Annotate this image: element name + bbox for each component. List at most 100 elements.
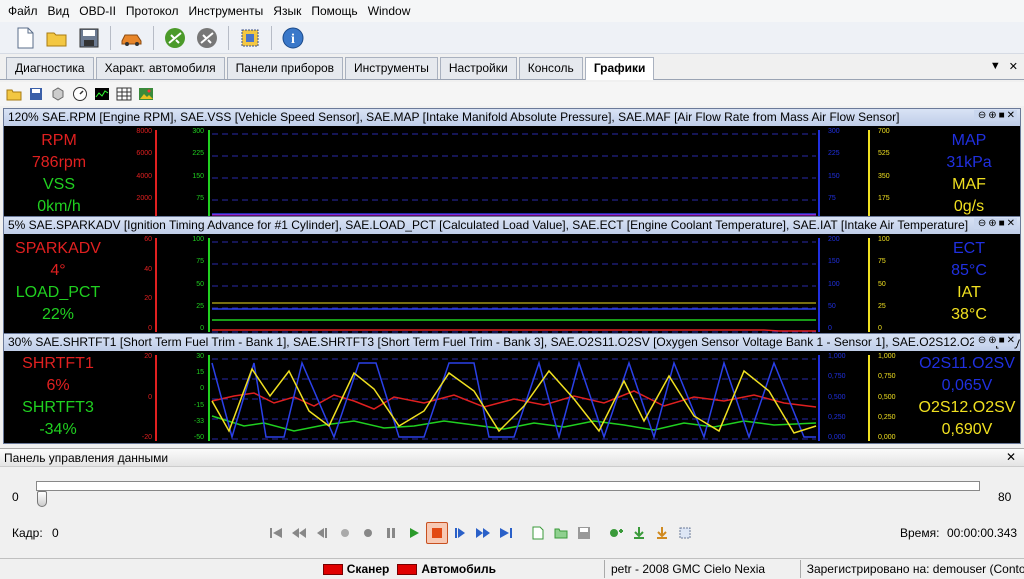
vehicle-status: petr - 2008 GMC Cielo Nexia: [611, 562, 766, 576]
rewind-icon[interactable]: [288, 522, 310, 544]
graph-body: RPM 786rpm VSS 0km/h MAP 31kPa MAF 0g/s …: [4, 126, 1020, 226]
skip-first-icon[interactable]: [265, 522, 287, 544]
time-label: Время:: [900, 526, 940, 540]
graph-panel-1: 120% SAE.RPM [Engine RPM], SAE.VSS [Vehi…: [3, 108, 1021, 227]
tab-vehicle-info[interactable]: Характ. автомобиля: [95, 57, 225, 79]
axis-2: 100 75 50 25 0: [192, 236, 204, 332]
frame-value: 0: [52, 526, 59, 540]
toolbar-separator: [271, 25, 272, 50]
step-back-icon[interactable]: [311, 522, 333, 544]
panel-title-text: 5% SAE.SPARKADV [Ignition Timing Advance…: [8, 218, 969, 232]
tab-dashboards[interactable]: Панели приборов: [226, 57, 344, 79]
close-icon[interactable]: ✕: [1009, 60, 1018, 73]
frame-label: Кадр:: [12, 526, 43, 540]
graph-body: SPARKADV 4° LOAD_PCT 22% ECT 85°C IAT 38…: [4, 234, 1020, 334]
gauge-icon[interactable]: [70, 84, 90, 104]
pause-icon[interactable]: [380, 522, 402, 544]
menu-language[interactable]: Язык: [269, 4, 307, 18]
tab-controls: ▼ ✕: [990, 60, 1018, 73]
axis-3: 300225150750: [828, 128, 840, 224]
graph-canvas-2: [155, 238, 870, 333]
panel-title: 30% SAE.SHRTFT1 [Short Term Fuel Trim - …: [4, 334, 1020, 351]
menu-obd[interactable]: OBD-II: [75, 4, 122, 18]
record-icon[interactable]: [357, 522, 379, 544]
close-icon[interactable]: ✕: [1006, 450, 1016, 464]
timeline-slider[interactable]: [36, 481, 980, 491]
menu-tools[interactable]: Инструменты: [184, 4, 269, 18]
graph-panel-3: 30% SAE.SHRTFT1 [Short Term Fuel Trim - …: [3, 333, 1021, 444]
table-icon[interactable]: [114, 84, 134, 104]
panel-controls[interactable]: ⊖⊕■✕: [973, 335, 1017, 346]
open-folder-icon[interactable]: [4, 84, 24, 104]
tab-settings[interactable]: Настройки: [439, 57, 517, 79]
connect-icon[interactable]: [160, 24, 190, 52]
tab-diagnostics[interactable]: Диагностика: [6, 57, 94, 79]
slider-max-label: 80: [998, 490, 1012, 504]
menu-bar: Файл Вид OBD-II Протокол Инструменты Язы…: [0, 0, 1024, 22]
data-panel-title: Панель управления данными: [4, 451, 169, 465]
graph-panel-2: 5% SAE.SPARKADV [Ignition Timing Advance…: [3, 216, 1021, 335]
axis-1: 60 40 20 0: [144, 236, 152, 332]
new-file-icon[interactable]: [10, 24, 40, 52]
image-icon[interactable]: [136, 84, 156, 104]
tab-console[interactable]: Консоль: [518, 57, 583, 79]
new-file-icon[interactable]: [527, 522, 549, 544]
panel-title-text: 30% SAE.SHRTFT1 [Short Term Fuel Trim - …: [8, 335, 1020, 349]
scanner-status: Сканер: [322, 562, 390, 576]
menu-help[interactable]: Помощь: [307, 4, 363, 18]
add-marker-icon[interactable]: [605, 522, 627, 544]
menu-view[interactable]: Вид: [44, 4, 76, 18]
fast-forward-icon[interactable]: [472, 522, 494, 544]
save-icon[interactable]: [74, 24, 104, 52]
info-icon[interactable]: i: [278, 24, 308, 52]
graph-canvas-1: [155, 130, 870, 224]
download-green-icon[interactable]: [628, 522, 650, 544]
axis-4: 100 75 50 25 0: [878, 236, 890, 332]
registration-status: Зарегистрировано на: demouser (Conto: [806, 562, 1024, 576]
cube-icon[interactable]: [48, 84, 68, 104]
panel-title: 120% SAE.RPM [Engine RPM], SAE.VSS [Vehi…: [4, 109, 1020, 126]
slider-thumb[interactable]: [37, 491, 47, 507]
panel-title: 5% SAE.SPARKADV [Ignition Timing Advance…: [4, 217, 1020, 234]
step-forward-icon[interactable]: [449, 522, 471, 544]
save-icon[interactable]: [573, 522, 595, 544]
slider-min-label: 0: [12, 490, 19, 504]
scanner-label: Сканер: [346, 562, 390, 576]
axis-2: 300225150750: [192, 128, 204, 224]
status-divider: [604, 560, 605, 578]
tab-graphs[interactable]: Графики: [584, 57, 655, 80]
open-folder-icon[interactable]: [42, 24, 72, 52]
menu-protocol[interactable]: Протокол: [122, 4, 185, 18]
download-orange-icon[interactable]: [651, 522, 673, 544]
axis-1: 20 0 -20: [141, 353, 152, 441]
stop-icon[interactable]: [426, 522, 448, 544]
graph-icon[interactable]: [92, 84, 112, 104]
menu-window[interactable]: Window: [364, 4, 417, 18]
skip-last-icon[interactable]: [495, 522, 517, 544]
settings-frame-icon[interactable]: [235, 24, 265, 52]
play-icon[interactable]: [403, 522, 425, 544]
panel-controls[interactable]: ⊖⊕■✕: [973, 218, 1017, 229]
panel-title-text: 120% SAE.RPM [Engine RPM], SAE.VSS [Vehi…: [8, 110, 900, 124]
save-icon[interactable]: [26, 84, 46, 104]
stop-circle-icon[interactable]: [334, 522, 356, 544]
toolbar-separator: [228, 25, 229, 50]
tab-tools[interactable]: Инструменты: [345, 57, 438, 79]
status-divider: [799, 560, 801, 578]
pin-dropdown-icon[interactable]: ▼: [990, 60, 1001, 73]
axis-3: 200 150 100 50 0: [828, 236, 840, 332]
car-icon[interactable]: [117, 24, 147, 52]
main-toolbar: i: [0, 22, 1024, 54]
playback-controls: [265, 522, 696, 544]
select-frame-icon[interactable]: [674, 522, 696, 544]
menu-file[interactable]: Файл: [4, 4, 44, 18]
axis-4: 7005253501750: [878, 128, 890, 224]
status-bar: Сканер Автомобиль petr - 2008 GMC Cielo …: [0, 558, 1024, 579]
panel-controls[interactable]: ⊖⊕■✕: [973, 110, 1017, 121]
toolbar-separator: [110, 25, 111, 50]
disconnect-icon[interactable]: [192, 24, 222, 52]
svg-text:i: i: [291, 32, 295, 47]
axis-4: 1,000 0,750 0,500 0,250 0,000: [878, 353, 896, 441]
axis-2: 30 15 0 -15 -33 -50: [193, 353, 204, 441]
open-folder-icon[interactable]: [550, 522, 572, 544]
